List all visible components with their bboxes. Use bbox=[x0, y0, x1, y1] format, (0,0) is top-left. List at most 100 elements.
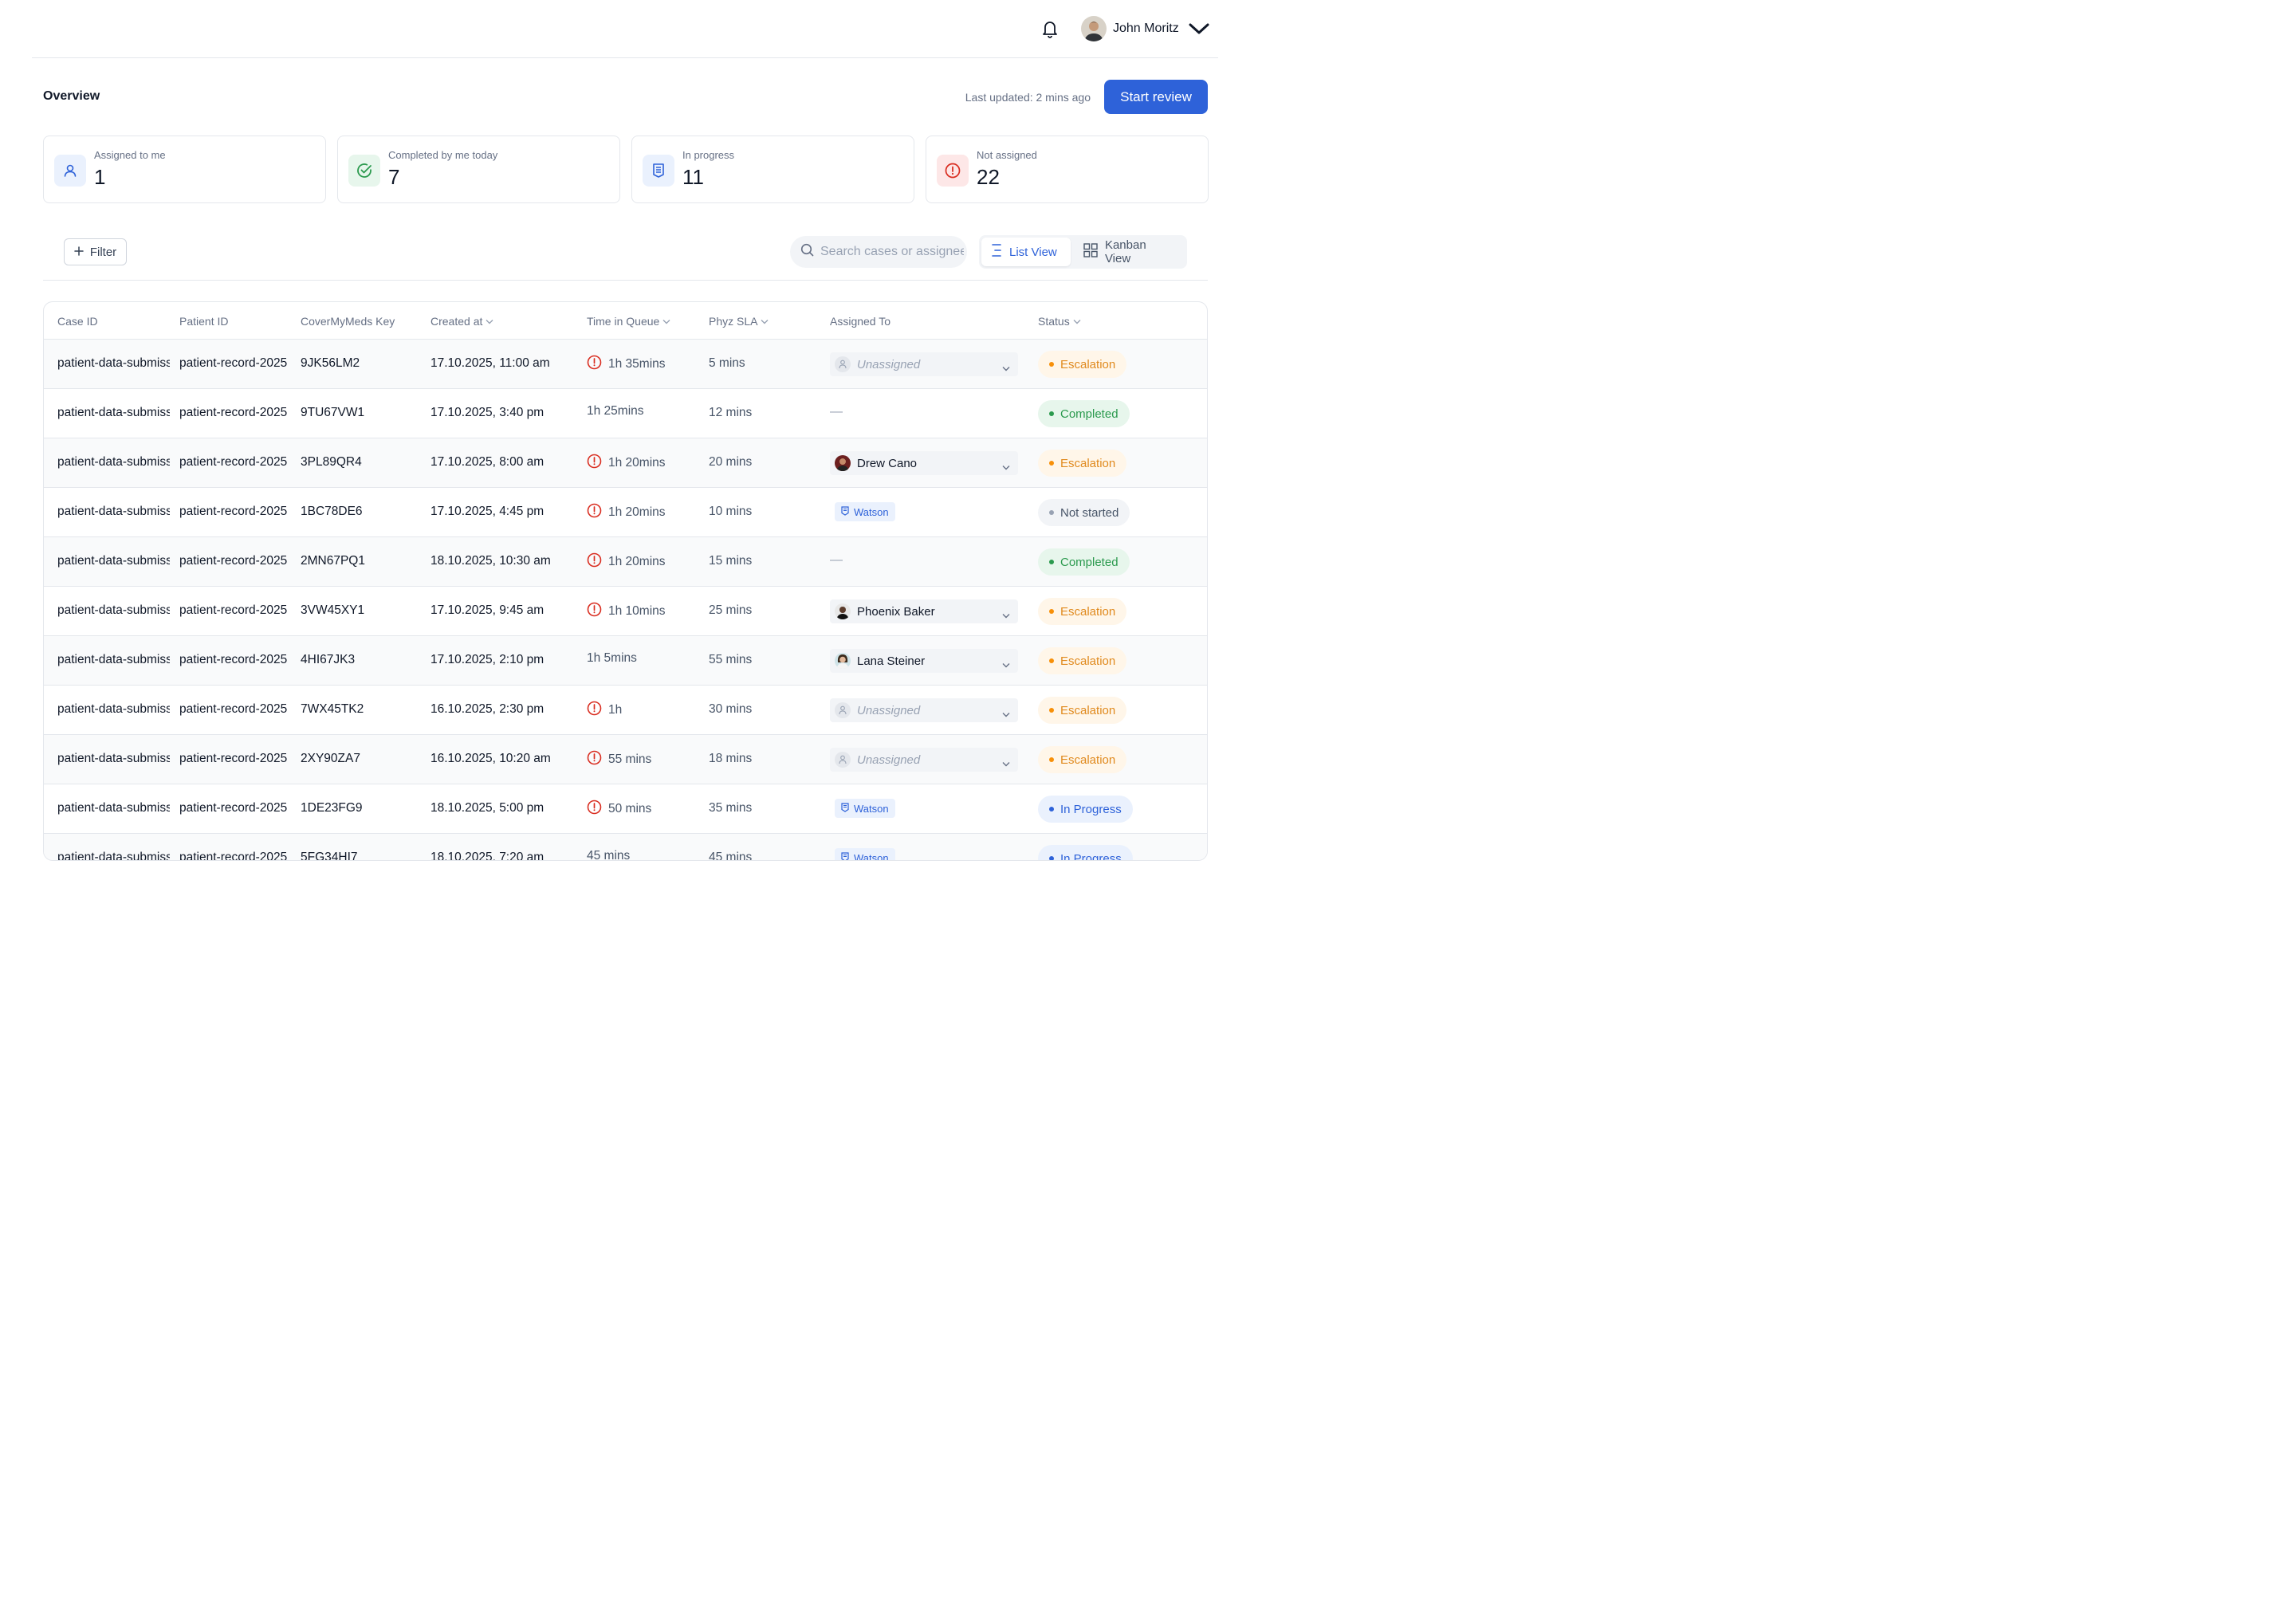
status-label: Escalation bbox=[1060, 753, 1116, 767]
status-label: Not started bbox=[1060, 505, 1119, 520]
table-row[interactable]: patient-data-submission patient-record-2… bbox=[44, 389, 1207, 438]
table-row[interactable]: patient-data-submission patient-record-2… bbox=[44, 834, 1207, 861]
column-header-patient-id[interactable]: Patient ID bbox=[179, 315, 228, 328]
alert-circle-icon bbox=[587, 602, 602, 621]
status-dot bbox=[1049, 411, 1054, 416]
watson-badge: Watson bbox=[835, 848, 895, 860]
assignee-select[interactable]: Phoenix Baker bbox=[830, 599, 1018, 623]
assignee-avatar bbox=[835, 653, 851, 669]
time-in-queue: 50 mins bbox=[587, 800, 651, 819]
alert-circle-icon bbox=[587, 750, 602, 769]
assignee-name: Unassigned bbox=[857, 703, 921, 717]
column-header-queue[interactable]: Time in Queue bbox=[587, 315, 670, 328]
assignee-select[interactable]: Unassigned bbox=[830, 748, 1018, 772]
top-bar: John Moritz bbox=[32, 0, 1218, 58]
table-row[interactable]: patient-data-submission patient-record-2… bbox=[44, 537, 1207, 587]
covermymeds-key: 3VW45XY1 bbox=[301, 603, 365, 617]
status-label: Escalation bbox=[1060, 456, 1116, 470]
assigned-to: Watson bbox=[830, 797, 895, 818]
phyz-sla: 15 mins bbox=[709, 554, 753, 568]
kanban-view-button[interactable]: Kanban View bbox=[1074, 238, 1185, 266]
start-review-button[interactable]: Start review bbox=[1104, 80, 1208, 114]
table-row[interactable]: patient-data-submission patient-record-2… bbox=[44, 735, 1207, 784]
case-id[interactable]: patient-data-submission bbox=[57, 505, 170, 519]
covermymeds-key: 2XY90ZA7 bbox=[301, 752, 360, 765]
case-id[interactable]: patient-data-submission bbox=[57, 356, 170, 371]
bot-icon bbox=[841, 851, 849, 860]
created-at: 17.10.2025, 8:00 am bbox=[431, 455, 545, 469]
status-label: Escalation bbox=[1060, 357, 1116, 371]
view-toggle: List View Kanban View bbox=[979, 235, 1187, 269]
case-id[interactable]: patient-data-submission bbox=[57, 851, 170, 860]
created-at: 17.10.2025, 2:10 pm bbox=[431, 653, 545, 666]
created-at: 17.10.2025, 4:45 pm bbox=[431, 505, 545, 518]
case-id[interactable]: patient-data-submission bbox=[57, 801, 170, 815]
status-dot bbox=[1049, 807, 1054, 811]
sort-chevron-icon bbox=[1073, 319, 1081, 324]
covermymeds-key: 5FG34HI7 bbox=[301, 851, 358, 861]
table-row[interactable]: patient-data-submission patient-record-2… bbox=[44, 686, 1207, 735]
status-label: In Progress bbox=[1060, 851, 1122, 861]
column-label: Time in Queue bbox=[587, 315, 660, 328]
table-row[interactable]: patient-data-submission patient-record-2… bbox=[44, 438, 1207, 488]
column-header-sla[interactable]: Phyz SLA bbox=[709, 315, 769, 328]
stat-label: Not assigned bbox=[977, 149, 1037, 161]
watson-badge: Watson bbox=[835, 502, 895, 521]
queue-value: 1h 20mins bbox=[608, 505, 666, 519]
assignee-select[interactable]: Drew Cano bbox=[830, 451, 1018, 475]
notification-bell-icon[interactable] bbox=[1041, 19, 1059, 38]
time-in-queue: 55 mins bbox=[587, 750, 651, 769]
user-name: John Moritz bbox=[1113, 22, 1179, 35]
assignee-select[interactable]: Unassigned bbox=[830, 352, 1018, 376]
search-box[interactable] bbox=[790, 236, 967, 268]
table-row[interactable]: patient-data-submission patient-record-2… bbox=[44, 488, 1207, 537]
case-id[interactable]: patient-data-submission bbox=[57, 603, 170, 618]
case-id[interactable]: patient-data-submission bbox=[57, 455, 170, 470]
column-header-assigned[interactable]: Assigned To bbox=[830, 315, 890, 328]
case-id[interactable]: patient-data-submission bbox=[57, 752, 170, 766]
assignee-avatar bbox=[835, 603, 851, 619]
patient-id: patient-record-2025 bbox=[179, 801, 288, 815]
column-header-case-id[interactable]: Case ID bbox=[57, 315, 98, 328]
column-header-created[interactable]: Created at bbox=[431, 315, 493, 328]
status-badge: In Progress bbox=[1038, 845, 1133, 861]
status-dot bbox=[1049, 708, 1054, 713]
case-id[interactable]: patient-data-submission bbox=[57, 406, 170, 420]
search-input[interactable] bbox=[820, 245, 964, 259]
assigned-to: Unassigned bbox=[830, 748, 1018, 772]
column-label: Created at bbox=[431, 315, 483, 328]
status-cell: Completed bbox=[1038, 548, 1130, 576]
time-in-queue: 1h 10mins bbox=[587, 602, 666, 621]
stat-label: Completed by me today bbox=[388, 149, 498, 161]
status-dot bbox=[1049, 461, 1054, 466]
time-in-queue: 45 mins bbox=[587, 849, 630, 860]
table-row[interactable]: patient-data-submission patient-record-2… bbox=[44, 587, 1207, 636]
case-id[interactable]: patient-data-submission bbox=[57, 653, 170, 667]
list-view-button[interactable]: List View bbox=[981, 238, 1071, 266]
case-id[interactable]: patient-data-submission bbox=[57, 702, 170, 717]
stat-value: 22 bbox=[977, 165, 1000, 189]
filter-button[interactable]: Filter bbox=[64, 238, 127, 265]
table-row[interactable]: patient-data-submission patient-record-2… bbox=[44, 340, 1207, 389]
table-row[interactable]: patient-data-submission patient-record-2… bbox=[44, 636, 1207, 686]
assignee-select[interactable]: Unassigned bbox=[830, 698, 1018, 722]
covermymeds-key: 3PL89QR4 bbox=[301, 455, 362, 469]
assignee-select[interactable]: Lana Steiner bbox=[830, 649, 1018, 673]
check-circle-icon bbox=[348, 155, 380, 187]
patient-id: patient-record-2025 bbox=[179, 356, 288, 370]
stat-value: 11 bbox=[682, 165, 704, 189]
assigned-to: — bbox=[830, 550, 843, 567]
stat-value: 1 bbox=[94, 165, 106, 189]
status-label: In Progress bbox=[1060, 802, 1122, 816]
chevron-down-icon[interactable] bbox=[1189, 22, 1209, 35]
stat-label: Assigned to me bbox=[94, 149, 166, 161]
table-row[interactable]: patient-data-submission patient-record-2… bbox=[44, 784, 1207, 834]
user-menu[interactable]: John Moritz bbox=[1081, 14, 1209, 43]
assignee-name: Watson bbox=[854, 505, 889, 518]
assigned-to: Unassigned bbox=[830, 698, 1018, 722]
column-header-key[interactable]: CoverMyMeds Key bbox=[301, 315, 395, 328]
column-header-status[interactable]: Status bbox=[1038, 315, 1081, 328]
case-id[interactable]: patient-data-submission bbox=[57, 554, 170, 568]
status-cell: Not started bbox=[1038, 499, 1130, 526]
empty-assignee: — bbox=[830, 553, 843, 567]
